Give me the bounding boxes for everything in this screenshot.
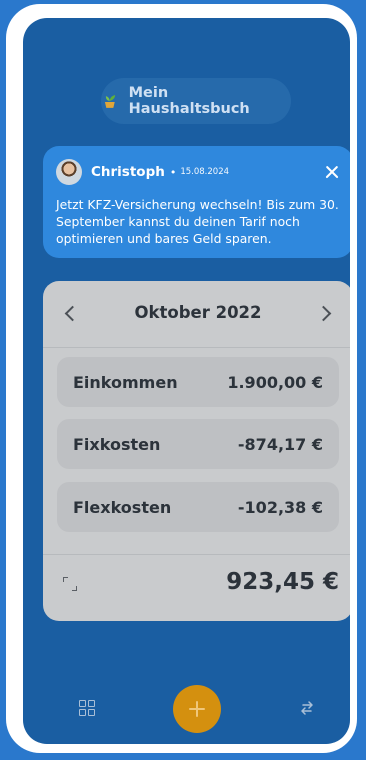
sprout-icon [104, 95, 116, 108]
row-value: -874,17 € [237, 434, 323, 454]
budget-card: Oktober 2022 Einkommen 1.900,00 € Fixkos… [43, 281, 350, 621]
add-entry-button[interactable] [173, 685, 221, 733]
app-title-pill[interactable]: Mein Haushaltsbuch [101, 78, 291, 124]
avatar [56, 159, 82, 185]
app-screen: Mein Haushaltsbuch Christoph • 15.08.202… [23, 18, 350, 744]
month-title: Oktober 2022 [134, 303, 262, 322]
separator-dot: • [169, 165, 177, 179]
row-label: Fixkosten [73, 434, 161, 454]
swap-arrows-icon[interactable] [298, 699, 316, 717]
notification-header: Christoph • 15.08.2024 [56, 159, 343, 185]
row-label: Einkommen [73, 372, 178, 392]
row-value: -102,38 € [237, 497, 323, 517]
grid-icon[interactable] [79, 700, 95, 716]
app-title: Mein Haushaltsbuch [128, 85, 250, 117]
month-selector: Oktober 2022 [43, 281, 350, 348]
close-icon[interactable] [321, 161, 343, 183]
divider [43, 554, 350, 555]
income-row[interactable]: Einkommen 1.900,00 € [57, 357, 339, 407]
phone-frame: Mein Haushaltsbuch Christoph • 15.08.202… [6, 4, 357, 753]
fixed-costs-row[interactable]: Fixkosten -874,17 € [57, 419, 339, 469]
flex-costs-row[interactable]: Flexkosten -102,38 € [57, 482, 339, 532]
expand-icon[interactable] [63, 577, 77, 591]
notification-date: 15.08.2024 [180, 167, 230, 177]
row-label: Flexkosten [73, 497, 172, 517]
notification-author: Christoph [91, 164, 165, 180]
row-value: 1.900,00 € [227, 372, 323, 392]
notification-message: Jetzt KFZ-Versicherung wechseln! Bis zum… [56, 197, 339, 246]
notification-card[interactable]: Christoph • 15.08.2024 Jetzt KFZ-Versich… [43, 146, 350, 258]
total-balance: 923,45 € [226, 569, 339, 595]
